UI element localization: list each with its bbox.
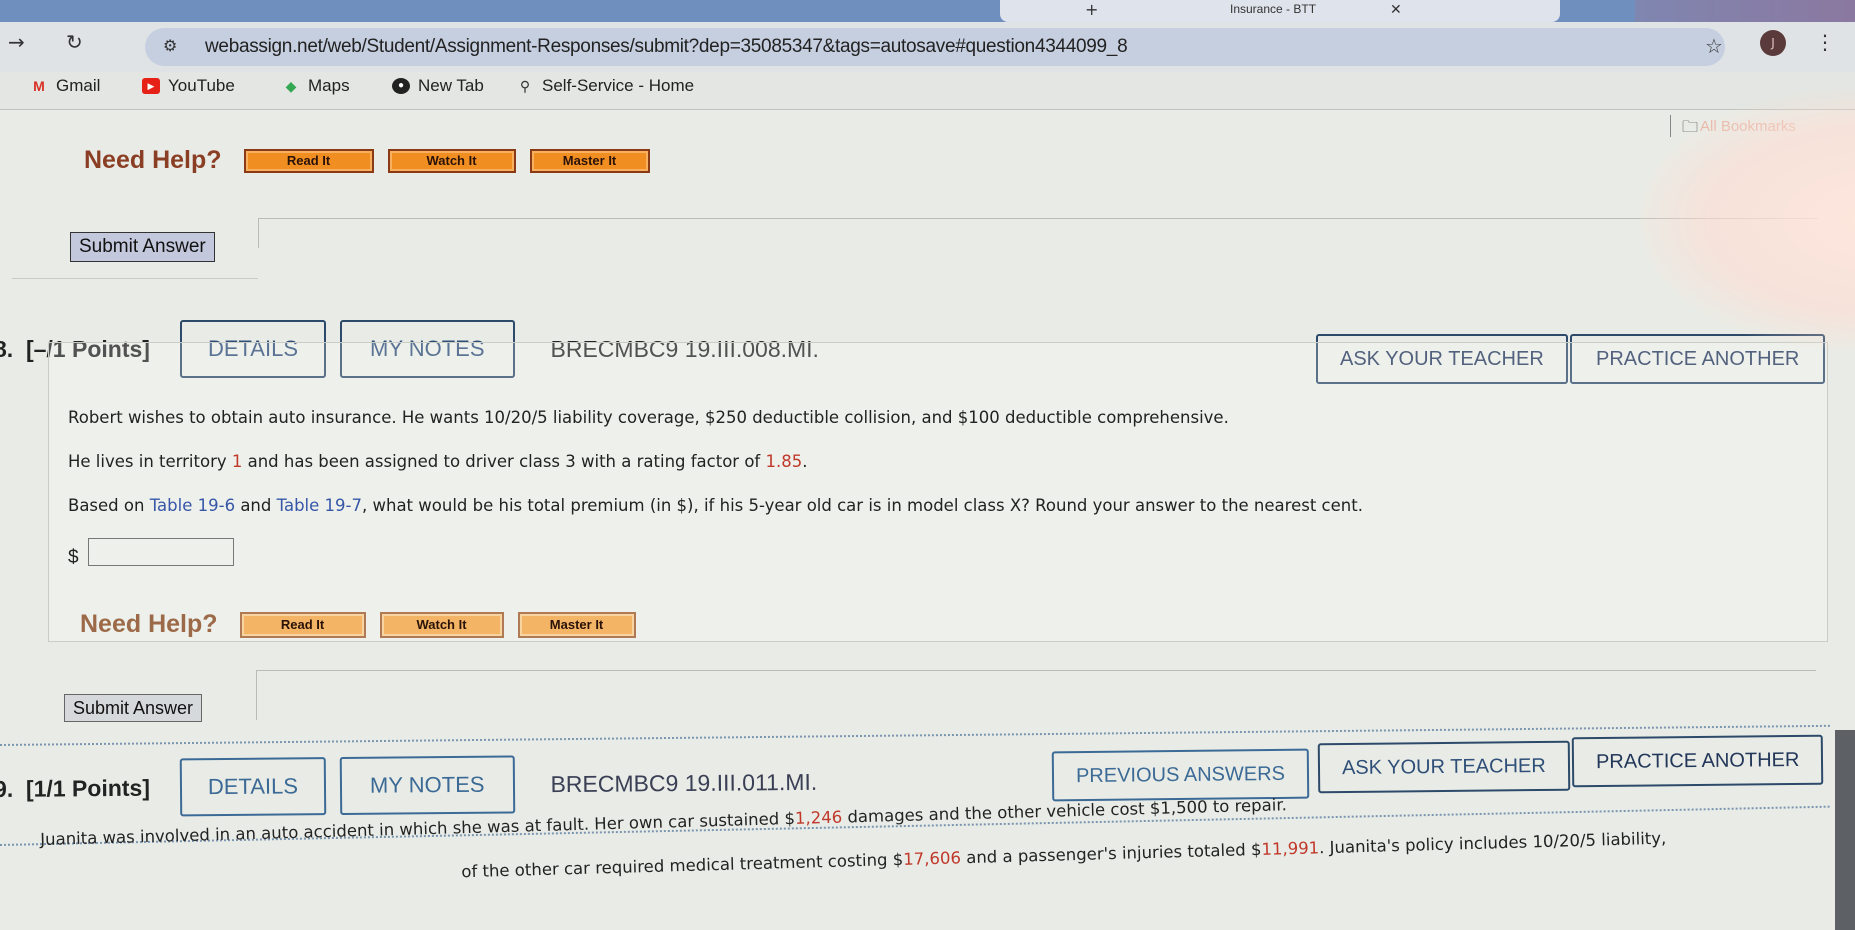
text: and bbox=[235, 496, 277, 515]
bookmark-label: Gmail bbox=[56, 76, 101, 95]
browser-toolbar: → ↻ ⚙ webassign.net/web/Student/Assignme… bbox=[0, 22, 1855, 72]
site-settings-icon[interactable]: ⚙ bbox=[163, 36, 177, 55]
question-8-panel bbox=[48, 342, 1828, 642]
bookmark-label: Self-Service - Home bbox=[542, 76, 695, 95]
assignment-page: Need Help? Read It Watch It Master It Su… bbox=[0, 110, 1855, 930]
need-help-row: Need Help? Read It Watch It Master It bbox=[84, 146, 664, 175]
youtube-icon: ▶ bbox=[142, 78, 160, 94]
bookmark-star-icon[interactable]: ☆ bbox=[1705, 34, 1723, 58]
url-text[interactable]: webassign.net/web/Student/Assignment-Res… bbox=[205, 36, 1128, 58]
new-tab-button[interactable]: + bbox=[1085, 0, 1098, 19]
table-19-7-link[interactable]: Table 19-7 bbox=[277, 496, 362, 515]
answer-frame bbox=[256, 670, 1816, 720]
section-divider bbox=[12, 278, 258, 279]
territory-value: 1 bbox=[231, 452, 243, 471]
question-number: 9. bbox=[0, 775, 14, 802]
answer-input[interactable] bbox=[88, 538, 234, 566]
passenger-injury-value: 11,991 bbox=[1261, 838, 1320, 859]
read-it-button[interactable]: Read It bbox=[243, 148, 374, 173]
scrollbar[interactable] bbox=[1835, 730, 1855, 930]
tab-title: Insurance - BTT bbox=[1230, 2, 1317, 16]
text: and has been assigned to driver class 3 … bbox=[242, 452, 766, 471]
text: and a passenger's injuries totaled $ bbox=[960, 839, 1262, 868]
text: of the other car required medical treatm… bbox=[461, 849, 904, 882]
master-it-button[interactable]: Master It bbox=[529, 148, 650, 173]
text: He lives in territory bbox=[68, 452, 232, 471]
maps-icon: ◆ bbox=[285, 78, 297, 94]
currency-symbol: $ bbox=[68, 547, 79, 568]
active-tab[interactable]: Insurance - BTT ✕ bbox=[1000, 0, 1560, 22]
practice-another-button[interactable]: PRACTICE ANOTHER bbox=[1571, 734, 1824, 788]
bookmark-label: New Tab bbox=[418, 76, 484, 95]
tab-close-icon[interactable]: ✕ bbox=[1390, 1, 1402, 18]
question-text-line: Robert wishes to obtain auto insurance. … bbox=[68, 408, 1229, 427]
tab-strip: Insurance - BTT ✕ + bbox=[0, 0, 1855, 22]
bookmark-gmail[interactable]: M Gmail bbox=[30, 76, 100, 96]
gmail-icon: M bbox=[33, 78, 45, 94]
bookmarks-bar: M Gmail ▶ YouTube ◆ Maps ● New Tab ⚲ Sel… bbox=[0, 72, 1855, 110]
details-button[interactable]: DETAILS bbox=[179, 757, 327, 817]
own-damage-value: 1,246 bbox=[794, 807, 843, 828]
bookmark-label: YouTube bbox=[168, 76, 235, 95]
master-it-button[interactable]: Master It bbox=[517, 611, 636, 638]
need-help-label: Need Help? bbox=[84, 146, 222, 174]
text: . bbox=[802, 452, 808, 471]
ask-your-teacher-button[interactable]: ASK YOUR TEACHER bbox=[1317, 740, 1571, 794]
watch-it-button[interactable]: Watch It bbox=[379, 611, 504, 638]
bookmark-label: Maps bbox=[308, 76, 350, 95]
question-9-header: 9. [1/1 Points] DETAILS MY NOTES BRECMBC… bbox=[0, 753, 817, 818]
profile-avatar[interactable]: J bbox=[1760, 30, 1786, 56]
submit-answer-button[interactable]: Submit Answer bbox=[70, 232, 215, 262]
bookmark-new-tab[interactable]: ● New Tab bbox=[392, 76, 484, 96]
question-text-line: Based on Table 19-6 and Table 19-7, what… bbox=[68, 496, 1363, 515]
text: , what would be his total premium (in $)… bbox=[362, 496, 1363, 515]
answer-frame bbox=[258, 218, 1818, 248]
text: Based on bbox=[68, 496, 150, 515]
table-19-6-link[interactable]: Table 19-6 bbox=[150, 496, 235, 515]
question-number: 8. bbox=[0, 335, 14, 362]
question-number-points: 9. [1/1 Points] bbox=[0, 774, 150, 802]
question-code: BRECMBC9 19.III.011.MI. bbox=[550, 768, 818, 797]
bookmark-maps[interactable]: ◆ Maps bbox=[282, 76, 350, 96]
need-help-label: Need Help? bbox=[80, 610, 218, 638]
forward-icon[interactable]: → bbox=[8, 30, 25, 54]
submit-answer-button[interactable]: Submit Answer bbox=[64, 694, 203, 722]
bookmark-self-service[interactable]: ⚲ Self-Service - Home bbox=[516, 76, 694, 96]
self-service-icon: ⚲ bbox=[519, 78, 531, 94]
question-points: [1/1 Points] bbox=[25, 774, 151, 802]
reload-icon[interactable]: ↻ bbox=[66, 30, 83, 54]
text: . Juanita's policy includes 10/20/5 liab… bbox=[1318, 828, 1667, 858]
need-help-row: Need Help? Read It Watch It Master It bbox=[80, 610, 650, 639]
medical-cost-value: 17,606 bbox=[902, 848, 962, 869]
address-bar[interactable]: ⚙ webassign.net/web/Student/Assignment-R… bbox=[145, 28, 1725, 66]
bookmark-youtube[interactable]: ▶ YouTube bbox=[142, 76, 235, 96]
question-text-line: of the other car required medical treatm… bbox=[461, 829, 1666, 882]
more-menu-icon[interactable]: ⋮ bbox=[1815, 30, 1835, 54]
my-notes-button[interactable]: MY NOTES bbox=[339, 755, 515, 815]
new-tab-icon: ● bbox=[392, 78, 410, 94]
read-it-button[interactable]: Read It bbox=[239, 611, 366, 638]
rating-factor-value: 1.85 bbox=[765, 452, 803, 471]
question-text-line: He lives in territory 1 and has been ass… bbox=[68, 452, 807, 471]
watch-it-button[interactable]: Watch It bbox=[387, 148, 516, 173]
previous-answers-button[interactable]: PREVIOUS ANSWERS bbox=[1051, 748, 1310, 802]
